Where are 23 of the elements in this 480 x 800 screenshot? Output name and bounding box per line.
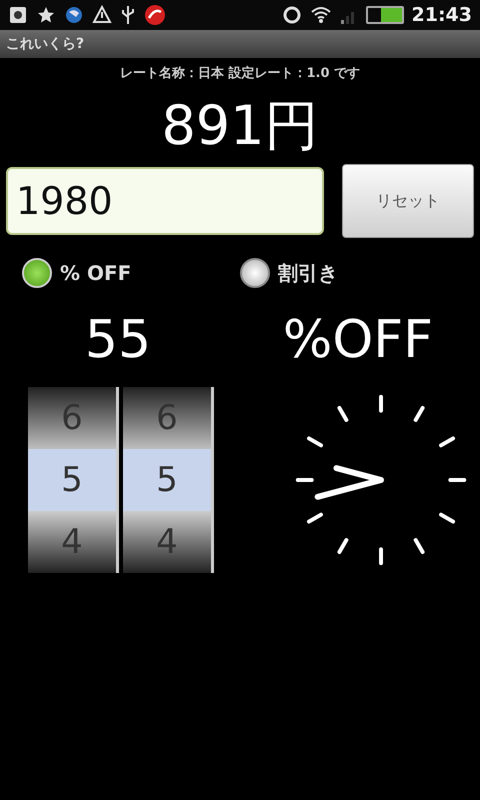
star-icon — [36, 5, 56, 25]
clock-time: 21:43 — [412, 4, 472, 26]
discount-unit: %OFF — [282, 309, 434, 372]
usb-icon — [120, 5, 136, 25]
wheel-digit[interactable]: 5 — [123, 449, 211, 511]
result-price: 891円 — [160, 94, 320, 158]
radio-button[interactable] — [240, 258, 270, 288]
discount-value: 55 — [84, 309, 152, 372]
warning-icon — [92, 5, 112, 25]
battery-icon — [366, 6, 404, 24]
radio-label[interactable]: 割引き — [278, 260, 338, 286]
reset-button[interactable]: リセット — [342, 164, 474, 238]
window-title: これいくら? — [6, 35, 84, 53]
wifi-icon — [310, 5, 332, 25]
number-wheel[interactable]: 6 5 4 — [28, 387, 119, 573]
app-icon — [144, 4, 166, 26]
rate-info: レート名称：日本 設定レート：1.0 です — [118, 64, 362, 82]
radio-button[interactable] — [22, 258, 52, 288]
number-wheel[interactable]: 6 5 4 — [123, 387, 214, 573]
image-icon — [8, 5, 28, 25]
radio-label[interactable]: % OFF — [60, 261, 132, 285]
price-field[interactable]: 1980 — [6, 167, 324, 235]
wheel-digit[interactable]: 5 — [28, 449, 116, 511]
